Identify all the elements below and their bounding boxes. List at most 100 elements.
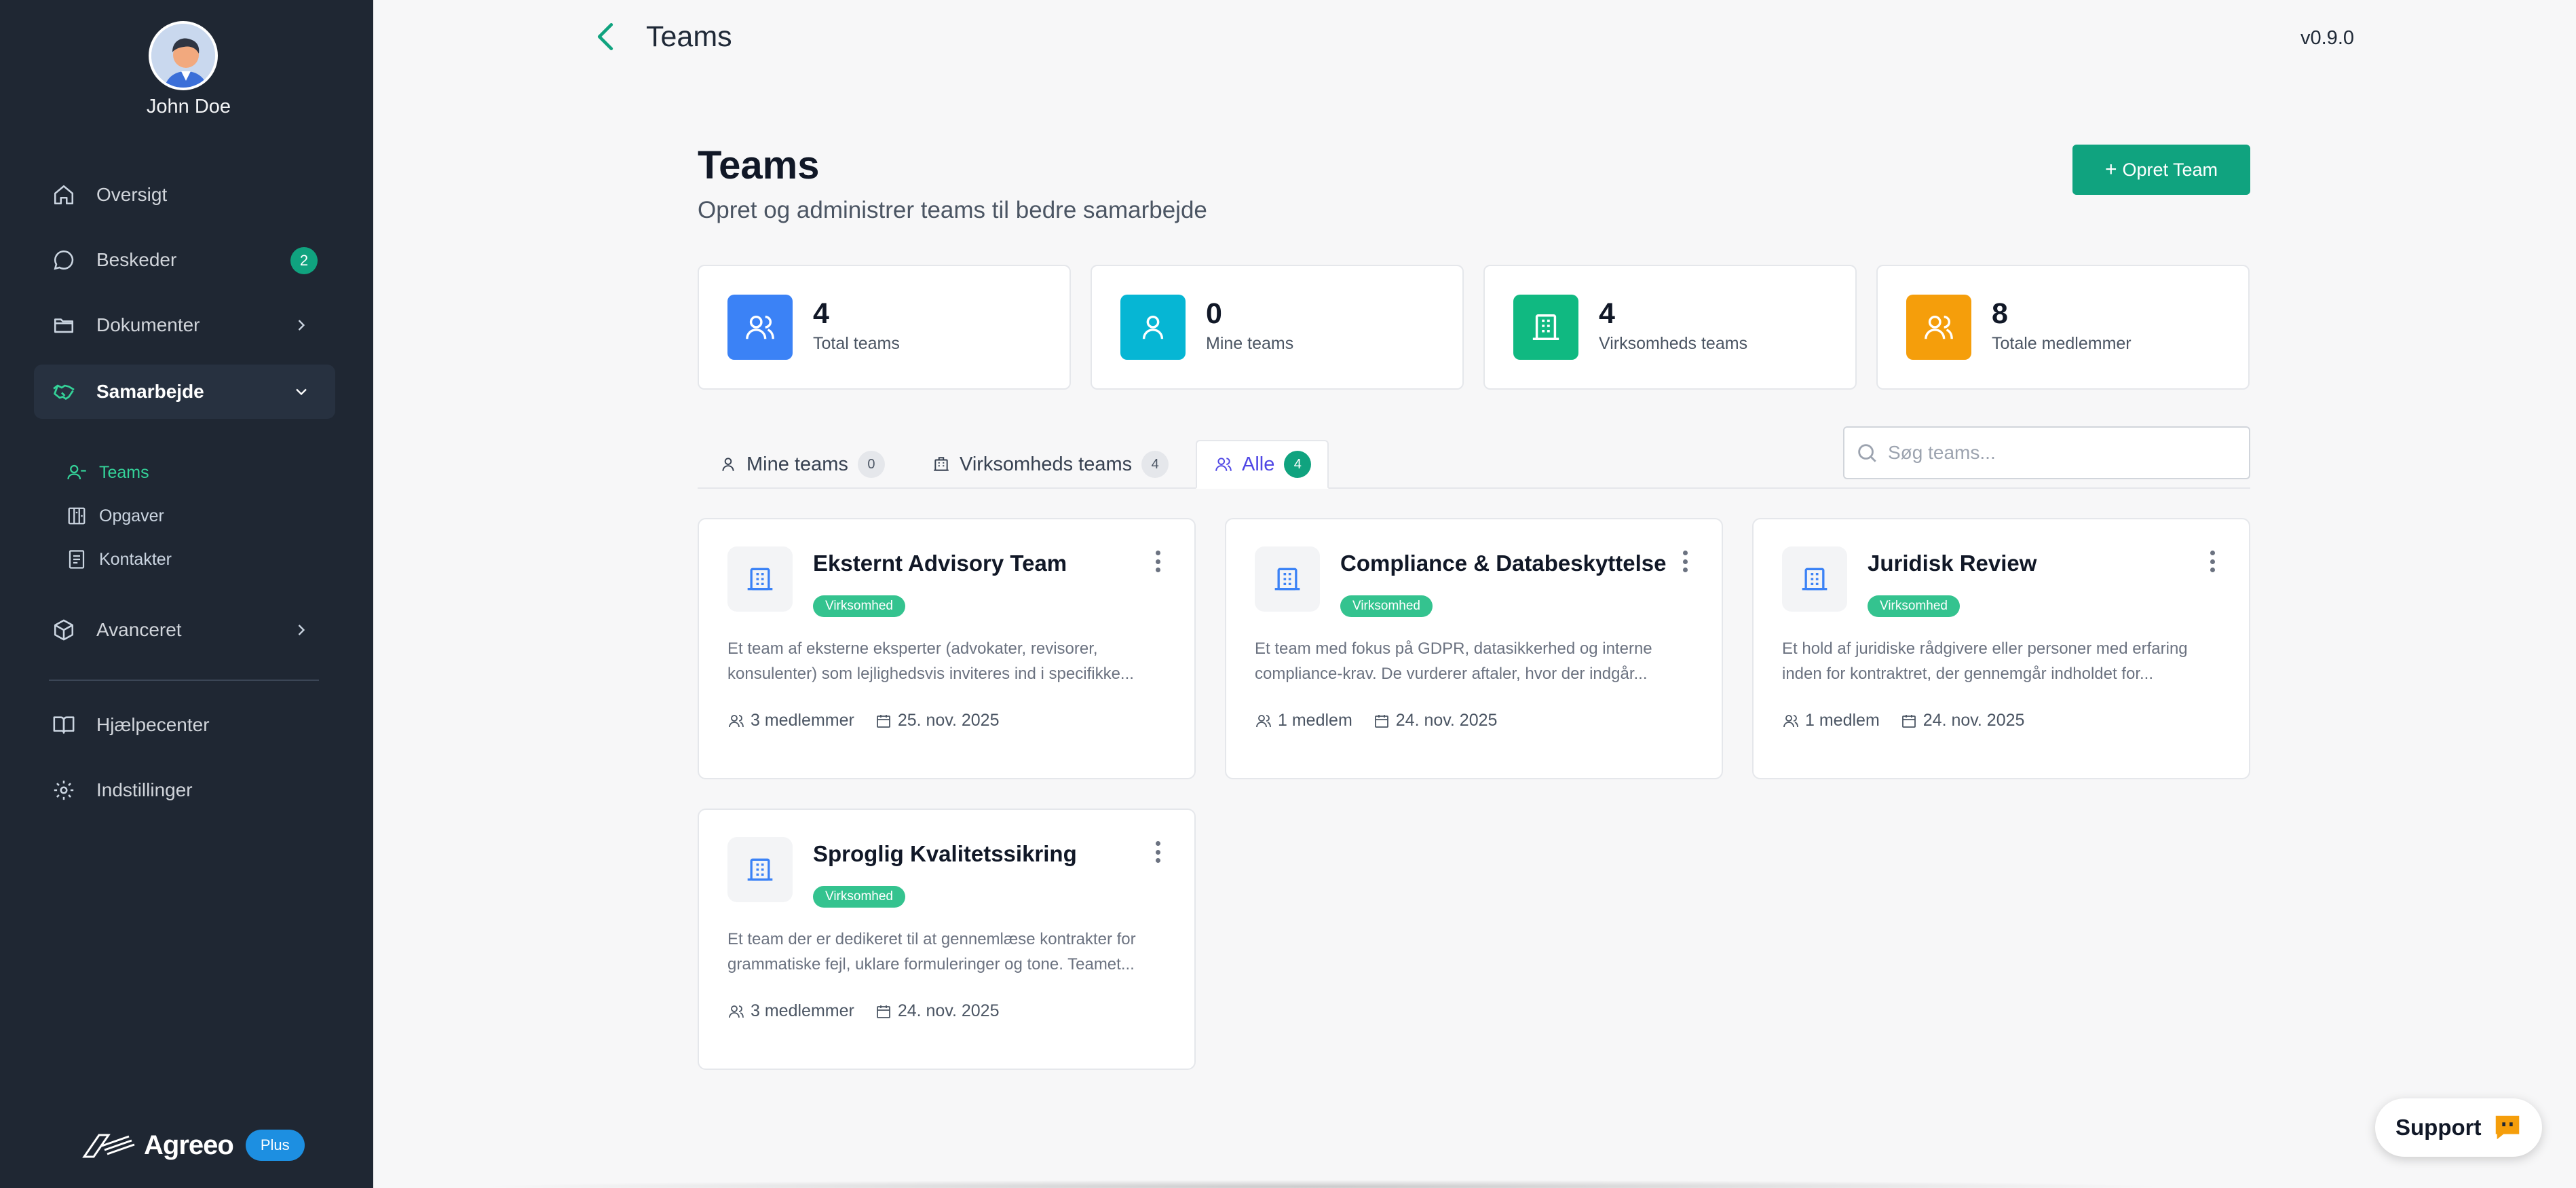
search-input[interactable] xyxy=(1888,442,2241,464)
team-name: Juridisk Review xyxy=(1868,551,2037,576)
users-icon xyxy=(727,295,793,360)
kanban-icon xyxy=(65,504,88,527)
support-label: Support xyxy=(2395,1115,2482,1140)
search-box[interactable] xyxy=(1843,426,2250,479)
team-card[interactable]: Eksternt Advisory Team Virksomhed Et tea… xyxy=(698,518,1196,779)
stat-value: 8 xyxy=(1992,297,2008,330)
stat-label: Mine teams xyxy=(1206,334,1294,353)
sidebar-divider xyxy=(49,680,319,681)
sidebar-item-hjaelpecenter[interactable]: Hjælpecenter xyxy=(34,698,335,752)
team-type-badge: Virksomhed xyxy=(1868,595,1960,617)
sidebar-subitem-opgaver[interactable]: Opgaver xyxy=(65,499,164,533)
sidebar-subitem-teams[interactable]: Teams xyxy=(65,456,149,489)
support-button[interactable]: Support xyxy=(2375,1098,2542,1157)
chevron-left-icon xyxy=(597,23,613,50)
sidebar-item-label: Oversigt xyxy=(96,184,168,205)
sidebar-item-beskeder[interactable]: Beskeder 2 xyxy=(34,233,335,287)
stat-value: 4 xyxy=(1599,297,1615,330)
team-type-badge: Virksomhed xyxy=(813,595,905,617)
users-icon xyxy=(727,1003,745,1020)
message-icon xyxy=(50,246,77,274)
created-date: 24. nov. 2025 xyxy=(1922,711,2025,730)
more-options-icon[interactable] xyxy=(2204,546,2220,576)
plan-badge: Plus xyxy=(245,1130,305,1161)
chevron-right-icon xyxy=(292,316,311,335)
team-name: Sproglig Kvalitetssikring xyxy=(813,841,1077,866)
building-icon xyxy=(1513,295,1578,360)
building-icon xyxy=(1782,546,1847,612)
users-icon xyxy=(1213,454,1234,475)
home-icon xyxy=(50,181,77,208)
building-icon xyxy=(1255,546,1320,612)
user-icon xyxy=(1120,295,1186,360)
team-description: Et hold af juridiske rådgivere eller per… xyxy=(1782,639,2188,683)
sidebar-item-label: Beskeder xyxy=(96,249,177,270)
team-card[interactable]: Juridisk Review Virksomhed Et hold af ju… xyxy=(1752,518,2250,779)
stat-value: 4 xyxy=(813,297,829,330)
more-options-icon[interactable] xyxy=(1150,837,1166,867)
create-team-button[interactable]: + Opret Team xyxy=(2072,145,2250,195)
stat-value: 0 xyxy=(1206,297,1222,330)
sidebar-item-dokumenter[interactable]: Dokumenter xyxy=(34,298,335,352)
header-title: Teams xyxy=(646,20,732,53)
back-button[interactable] xyxy=(592,19,619,54)
sidebar-item-samarbejde[interactable]: Samarbejde xyxy=(34,365,335,419)
calendar-icon xyxy=(875,712,892,730)
team-type-badge: Virksomhed xyxy=(1340,595,1433,617)
avatar[interactable] xyxy=(149,21,218,90)
team-description: Et team af eksterne eksperter (advokater… xyxy=(727,639,1134,683)
user-name: John Doe xyxy=(146,96,231,117)
sidebar-item-label: Samarbejde xyxy=(96,381,204,402)
created-date: 24. nov. 2025 xyxy=(897,1001,1000,1020)
sidebar: John Doe Oversigt Beskeder 2 Dokumenter … xyxy=(0,0,373,1188)
sidebar-subitem-kontakter[interactable]: Kontakter xyxy=(65,542,172,576)
stat-card-totale-medlemmer: 8 Totale medlemmer xyxy=(1876,265,2250,390)
tab-alle[interactable]: Alle 4 xyxy=(1196,440,1329,489)
users-icon xyxy=(727,712,745,730)
team-meta: 3 medlemmer 24. nov. 2025 xyxy=(727,1001,1000,1021)
team-description: Et team med fokus på GDPR, datasikkerhed… xyxy=(1255,639,1652,683)
users-icon xyxy=(1906,295,1971,360)
version-label: v0.9.0 xyxy=(2300,27,2354,49)
member-count: 1 medlem xyxy=(1805,711,1880,730)
calendar-icon xyxy=(875,1003,892,1020)
create-team-label: Opret Team xyxy=(2122,159,2218,180)
more-options-icon[interactable] xyxy=(1677,546,1693,576)
tab-count: 4 xyxy=(1141,451,1169,478)
sidebar-item-label: Avanceret xyxy=(96,619,182,640)
building-icon xyxy=(931,454,951,475)
tab-label: Virksomheds teams xyxy=(960,453,1133,475)
plus-icon: + xyxy=(2104,158,2117,181)
stat-label: Totale medlemmer xyxy=(1992,334,2132,353)
sidebar-item-indstillinger[interactable]: Indstillinger xyxy=(34,763,335,817)
tab-virksomheds-teams[interactable]: Virksomheds teams 4 xyxy=(915,440,1185,489)
tab-label: Alle xyxy=(1242,453,1275,475)
chat-icon xyxy=(2492,1112,2523,1143)
tab-label: Mine teams xyxy=(746,453,848,475)
users-icon xyxy=(65,461,88,484)
member-count: 1 medlem xyxy=(1278,711,1352,730)
building-icon xyxy=(727,837,793,902)
brand-logo: Agreeo Plus xyxy=(81,1130,305,1161)
sidebar-item-oversigt[interactable]: Oversigt xyxy=(34,168,335,222)
more-options-icon[interactable] xyxy=(1150,546,1166,576)
tab-mine-teams[interactable]: Mine teams 0 xyxy=(702,440,901,489)
team-name: Eksternt Advisory Team xyxy=(813,551,1067,576)
member-count: 3 medlemmer xyxy=(751,711,854,730)
unread-badge: 2 xyxy=(290,247,318,274)
chevron-down-icon xyxy=(292,382,311,401)
sidebar-subitem-label: Teams xyxy=(99,462,149,482)
sidebar-item-avanceret[interactable]: Avanceret xyxy=(34,603,335,657)
building-icon xyxy=(727,546,793,612)
stat-card-mine-teams: 0 Mine teams xyxy=(1091,265,1464,390)
sidebar-item-label: Hjælpecenter xyxy=(96,714,210,735)
chevron-right-icon xyxy=(292,620,311,639)
calendar-icon xyxy=(1373,712,1390,730)
sidebar-item-label: Indstillinger xyxy=(96,779,193,800)
brand-name: Agreeo xyxy=(144,1130,234,1160)
search-icon xyxy=(1855,441,1878,464)
team-card[interactable]: Sproglig Kvalitetssikring Virksomhed Et … xyxy=(698,809,1196,1070)
footer-shadow xyxy=(475,1180,2172,1188)
team-card[interactable]: Compliance & Databeskyttelse Virksomhed … xyxy=(1225,518,1723,779)
stat-card-total-teams: 4 Total teams xyxy=(698,265,1071,390)
